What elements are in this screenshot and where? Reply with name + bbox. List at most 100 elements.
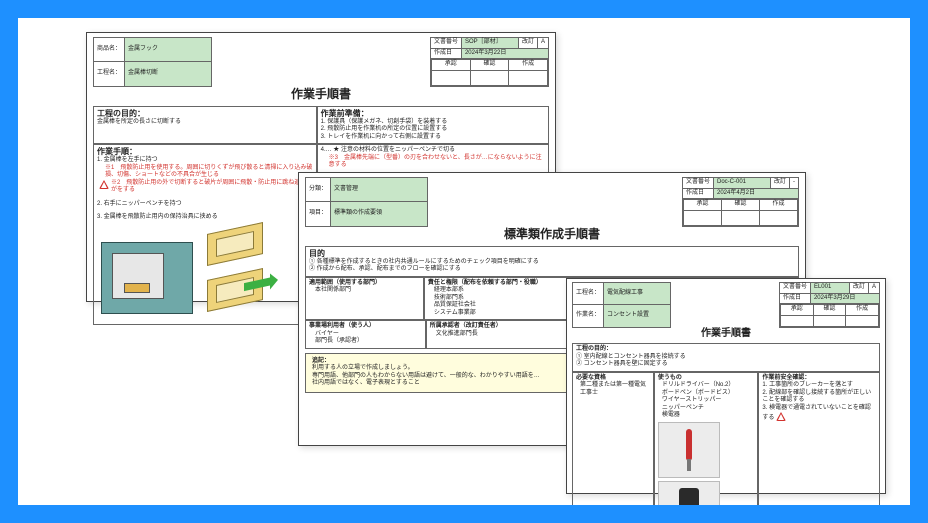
doc3-approve-label: 承認 bbox=[780, 305, 813, 316]
doc2-docno: Doc-C-001 bbox=[713, 178, 770, 189]
doc1-review-label: 確認 bbox=[470, 60, 509, 71]
tray-illustration-1 bbox=[207, 222, 263, 266]
doc1-prep-1: 1. 保護具（保護メガネ、切創手袋）を装着する bbox=[321, 119, 545, 127]
doc2-col2-body-4: システム事業部 bbox=[428, 310, 567, 318]
doc2-row2-left-1: バイヤー bbox=[309, 331, 422, 339]
doc2-date: 2024年4月2日 bbox=[713, 188, 798, 199]
doc1-right-warn: ※3 金属棒先端に（型番）の刃を合わせないと、長さが…にならないように注意する bbox=[321, 155, 545, 170]
doc1-prep-2: 2. 飛散防止用を作業机の所定の位置に設置する bbox=[321, 126, 545, 134]
doc2-row2-left-2: 部門長（承認者） bbox=[309, 338, 422, 346]
doc2-row2-right-body: 文化推進部門長 bbox=[430, 331, 571, 339]
doc2-created-label: 作成日 bbox=[682, 188, 713, 199]
screwdriver-photo bbox=[658, 422, 720, 478]
doc1-step2: 2. 右手にニッパーペンチを持つ bbox=[97, 201, 313, 209]
doc2-dept: 文書管理 bbox=[331, 178, 428, 202]
doc2-approve-label: 承認 bbox=[683, 200, 721, 211]
doc3-purpose-2: ② コンセント器具を壁に固定する bbox=[576, 361, 876, 369]
doc3-date: 2024年3月29日 bbox=[810, 293, 879, 304]
doc2-purpose-2: ② 作成から配布、承認、配布までのフローを確認にする bbox=[309, 266, 795, 274]
doc2-purpose-1: ① 各種標準を作成するときの社内共通ルールにするためのチェック項目を明確にする bbox=[309, 259, 795, 267]
doc1-product-label: 商品名： bbox=[94, 38, 125, 62]
doc2-col1-head: 適用範囲（使用する部門） bbox=[309, 280, 420, 288]
doc3-tool-4: ニッパーペンチ bbox=[658, 405, 755, 413]
doc3-task-label: 作業名： bbox=[573, 305, 604, 327]
doc1-created-label: 作成日 bbox=[430, 48, 461, 59]
doc1-approve-label: 承認 bbox=[431, 60, 470, 71]
doc2-subj-label: 項目： bbox=[306, 202, 331, 226]
warning-icon bbox=[776, 412, 786, 421]
doc1-purpose: 金属棒を所定の長さに切断する bbox=[97, 119, 313, 127]
doc1-left-header: 商品名： 金属フック 工程名： 金属棒切断 bbox=[93, 37, 212, 87]
doc2-col2-body-1: 経理本部系 bbox=[428, 287, 567, 295]
doc2-rev-label: 改訂 bbox=[770, 178, 789, 189]
doc2-right-header: 文書番号 Doc-C-001 改訂 - 作成日 2024年4月2日 承認 確認 bbox=[682, 177, 799, 227]
doc3-left-header: 工程名： 電気配線工事 作業名： コンセント設置 bbox=[572, 282, 671, 328]
doc1-step1-warn2: ※2 飛散防止用の外で切断すると破片が周囲に飛散・防止用に跳ね返りけがをする bbox=[111, 180, 313, 195]
doc3-safety-1: 1. 工事箇所のブレーカーを落とす bbox=[762, 382, 876, 390]
doc3-qual: 第二種または第一種電気工事士 bbox=[576, 382, 650, 397]
doc3-docno-label: 文書番号 bbox=[779, 283, 810, 294]
doc1-right-header: 文書番号 SOP［部材］ 改訂 A 作成日 2024年3月22日 承認 確認 bbox=[430, 37, 549, 87]
doc1-prep-3: 3. トレイを作業机に向かって右側に設置する bbox=[321, 134, 545, 142]
doc2-subj: 標準類の作成要領 bbox=[331, 202, 428, 226]
trowel-photo bbox=[658, 481, 720, 523]
doc1-step1: 1. 金属棒を左手に持つ bbox=[97, 157, 313, 165]
doc2-row2-left-head: 事業場利用者（使う人） bbox=[309, 323, 422, 331]
doc2-title: 標準類作成手順書 bbox=[299, 227, 805, 242]
doc2-dept-label: 分類： bbox=[306, 178, 331, 202]
doc1-step1-warn1: ※1 飛散防止用を使用する。周囲に切りくずが飛び散ると清掃に入り込み破損、切傷、… bbox=[97, 165, 313, 180]
warning-icon bbox=[99, 180, 108, 189]
doc3-qual-head: 必要な資格 bbox=[576, 375, 650, 383]
page-frame: 商品名： 金属フック 工程名： 金属棒切断 文書番号 SOP［部材］ 改訂 A … bbox=[0, 0, 928, 523]
doc1-process: 金属棒切断 bbox=[125, 62, 212, 86]
doc1-right-step4: 4.… ★ 注意の材料の位置をニッパーペンチで切る bbox=[321, 147, 545, 155]
doc1-step3: 3. 金属棒を飛散防止用内の保持治具に挟める bbox=[97, 214, 313, 222]
doc2-draft-label: 作成 bbox=[759, 200, 797, 211]
doc1-product: 金属フック bbox=[125, 38, 212, 62]
doc1-steps-head: 作業手順： bbox=[97, 147, 313, 157]
doc2-col2-body-3: 品質保証社会社 bbox=[428, 302, 567, 310]
doc2-review-label: 確認 bbox=[721, 200, 759, 211]
doc1-docno: SOP［部材］ bbox=[461, 38, 518, 49]
doc3-task: コンセント設置 bbox=[604, 305, 671, 327]
doc3-purpose-1: ① 室内配線とコンセント器具を接続する bbox=[576, 354, 876, 362]
doc1-purpose-head: 工程の目的： bbox=[97, 109, 313, 119]
cutting-machine-illustration bbox=[101, 242, 193, 314]
doc1-title: 作業手順書 bbox=[87, 87, 555, 102]
doc3-safety-2: 2. 配線部を確認し接続する箇所が正しいことを確認する bbox=[762, 390, 876, 405]
doc3-work-instruction: 工程名： 電気配線工事 作業名： コンセント設置 文書番号 EL001 改訂 A… bbox=[566, 278, 886, 494]
doc3-review-label: 確認 bbox=[813, 305, 846, 316]
tray-illustration-2 bbox=[207, 268, 263, 312]
doc2-purpose-head: 目的 bbox=[309, 249, 795, 259]
doc1-docno-label: 文書番号 bbox=[430, 38, 461, 49]
doc2-col2-head: 責任と権限（配布を依頼する部門・役職） bbox=[428, 280, 567, 288]
doc3-rev: A bbox=[868, 283, 879, 294]
doc3-work-label: 工程名： bbox=[573, 283, 604, 305]
doc2-col1-body: 本社関係部門 bbox=[309, 287, 420, 295]
doc3-rev-label: 改訂 bbox=[849, 283, 868, 294]
doc2-docno-label: 文書番号 bbox=[682, 178, 713, 189]
doc3-tool-2: ボードペン（ボードビス） bbox=[658, 390, 755, 398]
doc2-row2-right-head: 所属承認者（改訂責任者） bbox=[430, 323, 571, 331]
doc3-draft-label: 作成 bbox=[846, 305, 879, 316]
doc3-tool-5: 検電器 bbox=[658, 412, 755, 420]
doc1-rev-label: 改訂 bbox=[518, 38, 537, 49]
doc1-illustration bbox=[97, 222, 287, 322]
doc1-rev: A bbox=[537, 38, 548, 49]
doc3-tools-head: 使うもの bbox=[658, 375, 755, 383]
doc2-left-header: 分類： 文書管理 項目： 標準類の作成要領 bbox=[305, 177, 428, 227]
doc1-process-label: 工程名： bbox=[94, 62, 125, 86]
doc3-tool-1: ドリルドライバー（No.2） bbox=[658, 382, 755, 390]
doc1-prep-head: 作業前準備： bbox=[321, 109, 545, 119]
doc1-draft-label: 作成 bbox=[509, 60, 548, 71]
doc1-date: 2024年3月22日 bbox=[461, 48, 548, 59]
doc3-purpose-head: 工程の目的： bbox=[576, 346, 876, 354]
doc3-title: 作業手順書 bbox=[567, 328, 885, 341]
doc2-col2-body-2: 技術部門系 bbox=[428, 295, 567, 303]
doc3-tool-3: ワイヤーストリッパー bbox=[658, 397, 755, 405]
doc3-work: 電気配線工事 bbox=[604, 283, 671, 305]
doc3-docno: EL001 bbox=[810, 283, 849, 294]
doc3-safety-head: 作業前安全確認： bbox=[762, 375, 876, 383]
doc3-created-label: 作成日 bbox=[779, 293, 810, 304]
doc3-right-header: 文書番号 EL001 改訂 A 作成日 2024年3月29日 承認 確認 bbox=[779, 282, 880, 328]
